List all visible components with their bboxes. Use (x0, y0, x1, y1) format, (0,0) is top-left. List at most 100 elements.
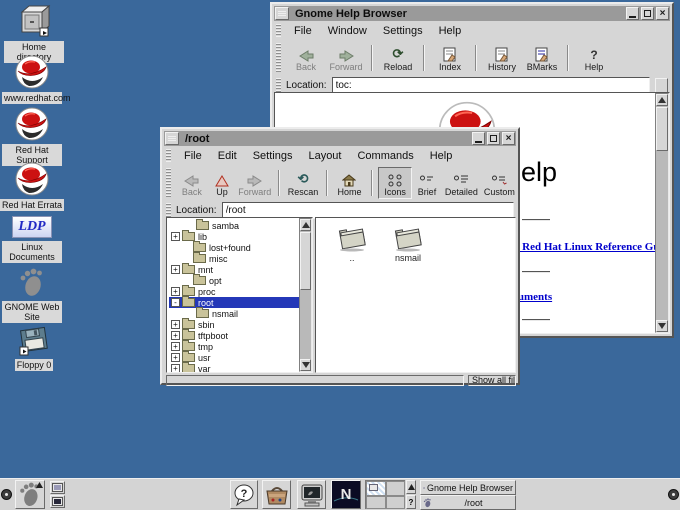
custom-view-button[interactable]: Custom (481, 167, 518, 199)
tree-expander[interactable]: + (171, 232, 180, 241)
tree-expander[interactable]: + (171, 331, 180, 340)
desktop-icon-gnome-web-site[interactable]: GNOME Web Site (0, 268, 64, 323)
tree-expander[interactable]: + (171, 265, 180, 274)
menu-help[interactable]: Help (431, 24, 470, 38)
help-window-titlebar[interactable]: Gnome Help Browser × (274, 6, 670, 21)
fm-icon-pane[interactable]: .. nsmail (315, 217, 516, 373)
menu-settings[interactable]: Settings (375, 24, 431, 38)
terminal-launcher[interactable] (297, 480, 326, 509)
tree-item-var[interactable]: +var (169, 363, 312, 373)
locationbar-grip[interactable] (166, 203, 171, 218)
reload-button[interactable]: ⟳ Reload (378, 42, 418, 74)
history-button[interactable]: History (482, 42, 522, 74)
back-button[interactable]: Back (176, 167, 208, 199)
scroll-down-arrow[interactable] (300, 359, 311, 371)
help-vertical-scrollbar[interactable] (655, 93, 669, 333)
close-button[interactable]: × (656, 7, 669, 20)
workspace-1-active[interactable] (366, 481, 386, 496)
workspace-4[interactable] (386, 496, 405, 509)
menu-settings[interactable]: Settings (245, 149, 301, 163)
desk-guide-question-button[interactable]: ? (406, 495, 416, 509)
menu-help[interactable]: Help (422, 149, 461, 163)
tree-expander[interactable]: + (171, 287, 180, 296)
maximize-button[interactable] (641, 7, 654, 20)
tree-item-opt[interactable]: opt (169, 275, 312, 286)
window-menu-icon[interactable] (165, 132, 179, 145)
rescan-button[interactable]: ⟲ Rescan (285, 167, 320, 199)
tree-item-samba[interactable]: samba (169, 220, 312, 231)
tree-item-usr[interactable]: +usr (169, 352, 312, 363)
menu-window[interactable]: Window (320, 24, 375, 38)
menu-file[interactable]: File (176, 149, 210, 163)
location-dropdown-button[interactable] (655, 78, 668, 93)
menubar-grip[interactable] (276, 24, 281, 37)
tree-item-tmp[interactable]: +tmp (169, 341, 312, 352)
tree-item-lost-found[interactable]: lost+found (169, 242, 312, 253)
panel-hide-right-button[interactable] (668, 489, 679, 500)
desktop-icon-www-redhat-com[interactable]: www.redhat.com (0, 55, 64, 104)
panel-mini-applet-top[interactable] (50, 481, 65, 494)
tree-expander[interactable]: - (171, 298, 180, 307)
panel-hide-left-button[interactable] (1, 489, 12, 500)
tree-item-misc[interactable]: misc (169, 253, 312, 264)
scroll-down-arrow[interactable] (656, 320, 668, 332)
back-button[interactable]: Back (286, 42, 326, 74)
desk-guide-applet[interactable] (365, 480, 405, 509)
close-button[interactable]: × (502, 132, 515, 145)
scroll-up-arrow[interactable] (656, 94, 668, 106)
desktop-icon-floppy-0[interactable]: Floppy 0 (2, 326, 66, 371)
tree-expander[interactable]: + (171, 364, 180, 373)
tree-expander[interactable]: + (171, 320, 180, 329)
tree-item-tftpboot[interactable]: +tftpboot (169, 330, 312, 341)
tree-item-lib[interactable]: +lib (169, 231, 312, 242)
window-menu-icon[interactable] (275, 7, 289, 20)
menu-commands[interactable]: Commands (349, 149, 421, 163)
minimize-button[interactable] (626, 7, 639, 20)
icons-view-button[interactable]: Icons (378, 167, 412, 199)
tree-expander[interactable]: + (171, 353, 180, 362)
file-folder-nsmail[interactable]: nsmail (382, 224, 434, 263)
menubar-grip[interactable] (166, 149, 171, 162)
index-button[interactable]: Index (430, 42, 470, 74)
desk-guide-arrow-button[interactable] (406, 480, 416, 494)
bmarks-button[interactable]: BMarks (522, 42, 562, 74)
scroll-up-arrow[interactable] (300, 219, 311, 231)
tree-item-sbin[interactable]: +sbin (169, 319, 312, 330)
maximize-button[interactable] (487, 132, 500, 145)
scrollbar-thumb[interactable] (656, 107, 668, 151)
netscape-launcher[interactable]: N (331, 480, 361, 509)
scrollbar-thumb[interactable] (300, 232, 311, 290)
tree-expander[interactable]: + (171, 342, 180, 351)
toolbar-grip[interactable] (166, 168, 171, 197)
menu-file[interactable]: File (286, 24, 320, 38)
panel-mini-applet-bottom[interactable] (50, 495, 65, 508)
fm-window-titlebar[interactable]: /root × (164, 131, 516, 146)
locationbar-grip[interactable] (276, 78, 281, 93)
tree-item-mnt[interactable]: +mnt (169, 264, 312, 275)
tree-item-nsmail[interactable]: nsmail (169, 308, 312, 319)
home-button[interactable]: Home (333, 167, 367, 199)
workspace-3[interactable] (366, 496, 386, 509)
task-button-root[interactable]: /root (420, 495, 516, 510)
workspace-2[interactable] (386, 481, 405, 496)
desktop-icon-red-hat-support[interactable]: Red Hat Support (0, 107, 64, 166)
desktop-icon-red-hat-errata[interactable]: Red Hat Errata (0, 162, 64, 211)
tree-item-root-selected[interactable]: -root (169, 297, 312, 308)
link-reference-guide[interactable]: | Red Hat Linux Reference Guide (517, 241, 670, 253)
help-button[interactable]: ? Help (574, 42, 614, 74)
up-button[interactable]: Up (208, 167, 236, 199)
file-folder-updir[interactable]: .. (326, 224, 378, 263)
help-launcher[interactable]: ? (230, 480, 258, 509)
menu-edit[interactable]: Edit (210, 149, 245, 163)
forward-button[interactable]: Forward (236, 167, 273, 199)
desktop-icon-linux-documents[interactable]: LDP Linux Documents (0, 216, 64, 263)
detailed-view-button[interactable]: Detailed (442, 167, 481, 199)
toolbar-grip[interactable] (276, 43, 281, 72)
task-button-help-browser[interactable]: Gnome Help Browser (420, 480, 516, 495)
brief-view-button[interactable]: Brief (412, 167, 442, 199)
menu-layout[interactable]: Layout (300, 149, 349, 163)
main-menu-button[interactable] (15, 480, 45, 509)
configuration-tool-launcher[interactable] (262, 480, 291, 509)
tree-vertical-scrollbar[interactable] (299, 218, 312, 372)
minimize-button[interactable] (472, 132, 485, 145)
